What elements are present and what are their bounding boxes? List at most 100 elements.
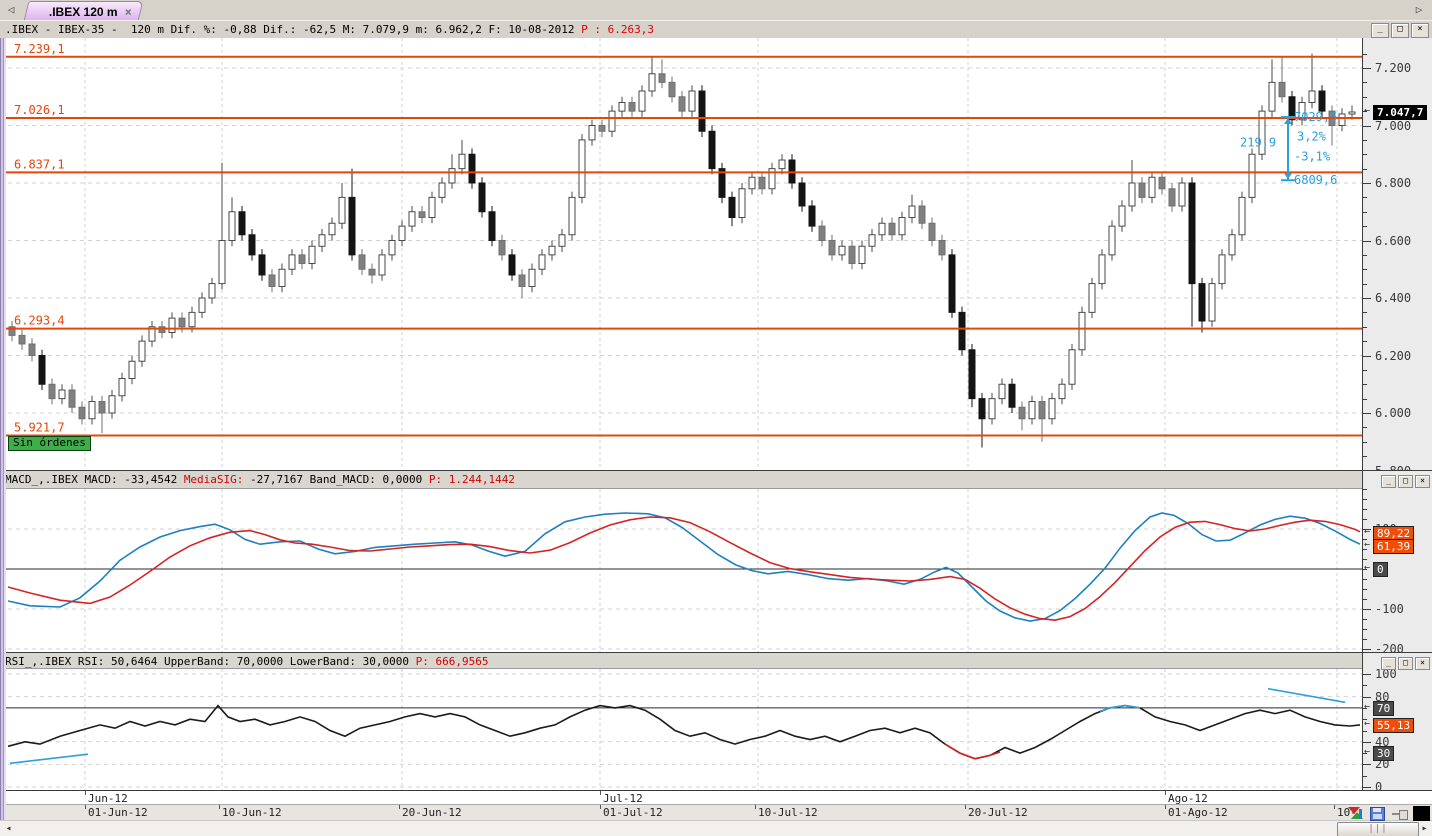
candle (298, 254, 306, 264)
candle (38, 355, 46, 385)
candle (498, 240, 506, 256)
candle (748, 176, 756, 190)
candle (258, 254, 266, 276)
chart-title-bar: .IBEX - IBEX-35 - 120 m Dif. %: -0,88 Di… (0, 20, 1432, 40)
close-button[interactable]: × (1415, 657, 1430, 670)
rsi-y-axis[interactable]: _ □ × 100 80 40 20 0 ← 70 ← 55,13 ← 30 (1362, 652, 1432, 790)
y-axis-tick-label: 6.800 (1375, 176, 1412, 190)
candle (508, 254, 516, 276)
no-orders-badge[interactable]: Sin órdenes (8, 436, 91, 451)
indicator-value-badge: 70 (1373, 701, 1395, 716)
y-axis-tick-label: 6.200 (1375, 348, 1412, 363)
window-buttons: _ □ × (1371, 23, 1429, 38)
candle (278, 268, 286, 287)
last-price-badge: 7.047,7 (1373, 104, 1428, 120)
scroll-right-icon[interactable]: ▸ (1418, 822, 1431, 836)
candle (398, 225, 406, 241)
y-axis-tick (1363, 674, 1371, 675)
y-axis-tick (1363, 787, 1371, 788)
candle (588, 125, 596, 141)
minimize-button[interactable]: _ (1371, 23, 1389, 38)
candle (608, 110, 616, 132)
y-axis-tick (1363, 499, 1367, 500)
scrollbar-thumb[interactable]: ||| (1337, 822, 1419, 836)
macd-y-axis[interactable]: _□×100-100-200←89,22←61,39←0 (1362, 470, 1432, 652)
rsi-panel[interactable]: RSI_,.IBEX RSI: 50,6464 UpperBand: 70,00… (0, 652, 1362, 790)
time-x-axis[interactable]: Jun-12 Jul-12 Ago-12 01-Jun-12 10-Jun-12 20-… (0, 790, 1432, 822)
tab-ibex-120m[interactable]: .IBEX 120 m × (23, 1, 144, 21)
save-icon[interactable] (1369, 806, 1386, 821)
y-axis-tick (1363, 53, 1367, 55)
y-axis-tick (1363, 776, 1367, 777)
candle (108, 395, 116, 414)
maximize-button[interactable]: □ (1391, 23, 1409, 38)
y-axis-tick (1363, 489, 1367, 490)
badge-arrow-icon: ← (1364, 746, 1371, 757)
candle (548, 245, 556, 256)
y-axis-tick (1363, 629, 1367, 630)
panel-buttons: _ □ × (1381, 475, 1430, 488)
price-y-axis[interactable]: 7.2007.0006.8006.6006.4006.2006.0005.800… (1362, 38, 1432, 470)
macd-panel[interactable]: MACD_,.IBEX MACD: -33,4542 MediaSIG: -27… (0, 470, 1362, 652)
candlestick-chart: 7.239,1 7.026,1 6.837,1 6.293,4 5.921,7 7029,… (0, 38, 1362, 470)
scroll-left-icon[interactable]: ◂ (2, 822, 15, 836)
candle (628, 102, 636, 112)
tab-close-icon[interactable]: × (125, 5, 132, 19)
candle (528, 268, 536, 287)
header-segment: RSI_,.IBEX RSI: 50,6464 UpperBand: 70,00… (5, 655, 416, 668)
close-button[interactable]: × (1411, 23, 1429, 38)
candle (428, 196, 436, 218)
candle (1348, 111, 1356, 115)
candle (1138, 182, 1146, 198)
candle (908, 205, 916, 218)
pin-icon[interactable] (1391, 806, 1408, 821)
candle (988, 398, 996, 420)
candle (1158, 176, 1166, 190)
candle (668, 81, 676, 98)
maximize-button[interactable]: □ (1398, 475, 1413, 488)
header-segment: .IBEX - IBEX-35 - 120 m Dif. %: -0,88 Di… (5, 23, 582, 36)
tab-scroll-right-icon[interactable]: ▷ (1412, 3, 1426, 17)
candle (1238, 196, 1246, 236)
candle (308, 245, 316, 264)
candle (798, 182, 806, 207)
header-segment: MACD_,.IBEX MACD: -33,4542 (5, 473, 184, 486)
maximize-button[interactable]: □ (1398, 657, 1413, 670)
y-axis-tick (1363, 589, 1367, 590)
y-axis-tick (1363, 254, 1367, 256)
chart-refresh-icon[interactable] (1347, 806, 1364, 821)
y-axis-tick (1363, 427, 1367, 429)
candle (1068, 349, 1076, 385)
candle (288, 254, 296, 270)
y-axis-tick (1363, 384, 1367, 386)
y-axis-tick (1363, 197, 1367, 199)
indicator-value-badge: 0 (1373, 562, 1388, 577)
badge-arrow-icon: ← (1364, 526, 1371, 537)
candle (618, 102, 626, 112)
black-swatch-icon[interactable] (1413, 806, 1430, 821)
candle (1168, 188, 1176, 207)
y-axis-tick (1363, 154, 1367, 156)
price-chart-panel[interactable]: 7.239,1 7.026,1 6.837,1 6.293,4 5.921,7 7029,… (0, 38, 1362, 470)
indicator-value-badge: 61,39 (1373, 539, 1415, 554)
candle (1148, 176, 1156, 198)
x-axis-tick (600, 805, 601, 809)
candle (598, 125, 606, 132)
x-axis-tick (85, 791, 86, 795)
candle (408, 211, 416, 227)
candle (208, 283, 216, 299)
candle (638, 90, 646, 112)
tab-scroll-left-icon[interactable]: ◁ (4, 3, 18, 17)
candle (78, 406, 86, 420)
y-axis-tick (1363, 68, 1371, 69)
header-segment: P : 6.263,3 (581, 23, 655, 36)
minimize-button[interactable]: _ (1381, 657, 1396, 670)
x-axis-tick (399, 805, 400, 809)
x-axis-tick (85, 805, 86, 809)
minimize-button[interactable]: _ (1381, 475, 1396, 488)
y-axis-tick (1363, 283, 1367, 285)
close-button[interactable]: × (1415, 475, 1430, 488)
horizontal-scrollbar[interactable]: ◂ ||| ▸ (0, 820, 1432, 836)
candle (388, 240, 396, 256)
y-axis-tick-label: 0 (1375, 780, 1383, 790)
